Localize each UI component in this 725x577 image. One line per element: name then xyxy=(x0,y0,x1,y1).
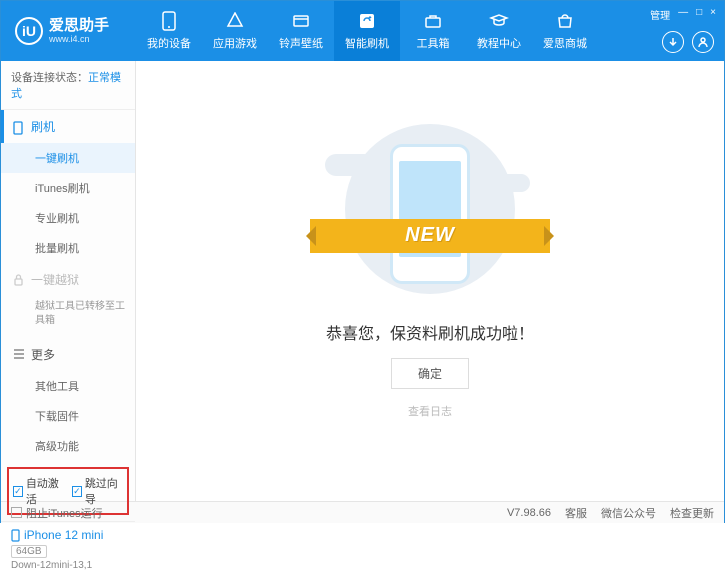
minimize-button[interactable]: — xyxy=(678,7,688,22)
checkbox-icon xyxy=(11,507,22,518)
checkbox-skip-guide[interactable]: ✓跳过向导 xyxy=(72,475,123,507)
app-url: www.i4.cn xyxy=(49,34,109,44)
lock-icon xyxy=(13,274,25,286)
view-log-link[interactable]: 查看日志 xyxy=(408,403,452,419)
device-model: Down-12mini-13,1 xyxy=(11,560,125,571)
more-header[interactable]: 更多 xyxy=(1,338,135,371)
toolbox-icon xyxy=(423,11,443,31)
service-link[interactable]: 客服 xyxy=(565,505,587,521)
sidebar-item-oneclick[interactable]: 一键刷机 xyxy=(1,143,135,173)
window-controls: 管理 — □ × xyxy=(650,7,716,22)
device-info[interactable]: iPhone 12 mini 64GB Down-12mini-13,1 xyxy=(1,521,135,577)
maximize-button[interactable]: □ xyxy=(696,7,702,22)
success-illustration: NEW xyxy=(320,124,540,294)
app-name: 爱思助手 xyxy=(49,18,109,35)
sidebar-item-advanced[interactable]: 高级功能 xyxy=(1,431,135,461)
jailbreak-header[interactable]: 一键越狱 xyxy=(1,263,135,296)
top-nav: 我的设备 应用游戏 铃声壁纸 智能刷机 工具箱 教程中心 爱思商城 xyxy=(136,1,724,61)
close-button[interactable]: × xyxy=(710,7,716,22)
checkbox-auto-activate[interactable]: ✓自动激活 xyxy=(13,475,64,507)
header: iU 爱思助手 www.i4.cn 我的设备 应用游戏 铃声壁纸 智能刷机 工具… xyxy=(1,1,724,61)
sidebar: 设备连接状态：正常模式 刷机 一键刷机 iTunes刷机 专业刷机 批量刷机 一… xyxy=(1,61,136,501)
logo-area: iU 爱思助手 www.i4.cn xyxy=(1,17,136,45)
phone-icon xyxy=(13,121,25,133)
nav-ringtones[interactable]: 铃声壁纸 xyxy=(268,1,334,61)
flash-icon xyxy=(357,11,377,31)
sidebar-item-pro[interactable]: 专业刷机 xyxy=(1,203,135,233)
tutorial-icon xyxy=(489,11,509,31)
wechat-link[interactable]: 微信公众号 xyxy=(601,505,656,521)
sidebar-item-itunes[interactable]: iTunes刷机 xyxy=(1,173,135,203)
ringtone-icon xyxy=(291,11,311,31)
update-link[interactable]: 检查更新 xyxy=(670,505,714,521)
nav-apps[interactable]: 应用游戏 xyxy=(202,1,268,61)
ok-button[interactable]: 确定 xyxy=(391,358,469,389)
nav-my-device[interactable]: 我的设备 xyxy=(136,1,202,61)
menu-button[interactable]: 管理 xyxy=(650,7,670,22)
header-actions xyxy=(662,31,714,53)
apps-icon xyxy=(225,11,245,31)
section-more: 更多 其他工具 下载固件 高级功能 xyxy=(1,338,135,461)
sidebar-item-othertools[interactable]: 其他工具 xyxy=(1,371,135,401)
section-flash: 刷机 一键刷机 iTunes刷机 专业刷机 批量刷机 xyxy=(1,110,135,263)
device-icon xyxy=(11,529,20,542)
phone-graphic xyxy=(390,144,470,284)
main-content: NEW 恭喜您，保资料刷机成功啦！ 确定 查看日志 xyxy=(136,61,724,501)
logo-icon: iU xyxy=(15,17,43,45)
list-icon xyxy=(13,349,25,361)
device-capacity: 64GB xyxy=(11,545,47,558)
nav-tutorials[interactable]: 教程中心 xyxy=(466,1,532,61)
nav-tools[interactable]: 工具箱 xyxy=(400,1,466,61)
section-jailbreak: 一键越狱 越狱工具已转移至工具箱 xyxy=(1,263,135,338)
check-icon: ✓ xyxy=(72,486,82,497)
nav-store[interactable]: 爱思商城 xyxy=(532,1,598,61)
nav-flash[interactable]: 智能刷机 xyxy=(334,1,400,61)
user-button[interactable] xyxy=(692,31,714,53)
new-ribbon: NEW xyxy=(310,219,550,253)
sidebar-item-batch[interactable]: 批量刷机 xyxy=(1,233,135,263)
check-icon: ✓ xyxy=(13,486,23,497)
device-name: iPhone 12 mini xyxy=(11,528,125,542)
store-icon xyxy=(555,11,575,31)
connection-status: 设备连接状态：正常模式 xyxy=(1,61,135,110)
success-message: 恭喜您，保资料刷机成功啦！ xyxy=(326,320,534,344)
jailbreak-note: 越狱工具已转移至工具箱 xyxy=(1,296,135,338)
sidebar-item-firmware[interactable]: 下载固件 xyxy=(1,401,135,431)
flash-header[interactable]: 刷机 xyxy=(1,110,135,143)
version-label: V7.98.66 xyxy=(507,507,551,519)
download-button[interactable] xyxy=(662,31,684,53)
block-itunes-checkbox[interactable]: 阻止iTunes运行 xyxy=(11,505,103,521)
device-icon xyxy=(159,11,179,31)
body: 设备连接状态：正常模式 刷机 一键刷机 iTunes刷机 专业刷机 批量刷机 一… xyxy=(1,61,724,501)
